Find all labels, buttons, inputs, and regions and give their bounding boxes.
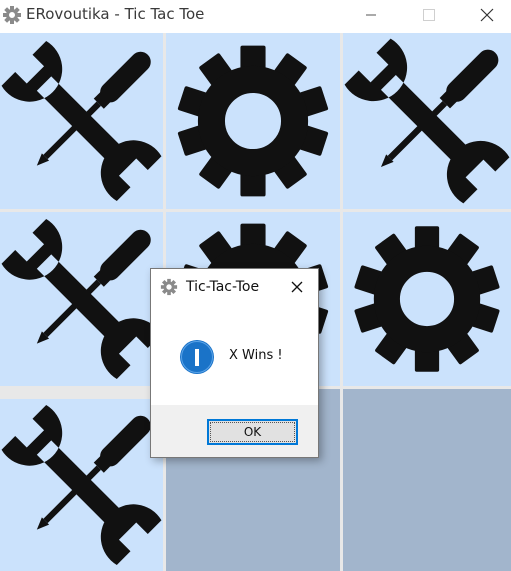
wrench-screwdriver-icon bbox=[343, 33, 511, 209]
info-icon bbox=[180, 340, 214, 374]
ok-button-label: OK bbox=[210, 422, 295, 442]
maximize-icon bbox=[423, 9, 435, 21]
board-cell-1-2[interactable] bbox=[166, 33, 340, 209]
board-cell-1-3[interactable] bbox=[343, 33, 511, 209]
wrench-screwdriver-icon bbox=[0, 399, 163, 571]
ok-button[interactable]: OK bbox=[207, 419, 298, 445]
board-cell-2-1[interactable] bbox=[0, 212, 163, 386]
board-cell-1-1[interactable] bbox=[0, 33, 163, 209]
window-title: ERovoutika - Tic Tac Toe bbox=[26, 5, 205, 23]
title-bar[interactable]: ERovoutika - Tic Tac Toe bbox=[0, 0, 511, 30]
board-cell-2-3[interactable] bbox=[343, 212, 511, 386]
dialog-footer: OK bbox=[151, 405, 318, 457]
wrench-screwdriver-icon bbox=[0, 212, 163, 386]
board-cell-3-1[interactable] bbox=[0, 399, 163, 571]
gear-icon bbox=[160, 278, 178, 296]
gear-icon bbox=[166, 33, 340, 209]
close-icon[interactable] bbox=[289, 279, 305, 295]
dialog-message: X Wins ! bbox=[229, 348, 283, 363]
maximize-button[interactable] bbox=[407, 0, 453, 30]
board-cell-3-3[interactable] bbox=[343, 389, 511, 571]
minimize-icon bbox=[366, 14, 376, 16]
minimize-button[interactable] bbox=[349, 0, 395, 30]
close-icon bbox=[480, 8, 494, 22]
result-dialog: Tic-Tac-Toe X Wins ! OK bbox=[150, 268, 319, 458]
close-button[interactable] bbox=[465, 0, 511, 30]
gear-icon bbox=[2, 5, 22, 25]
gear-icon bbox=[343, 212, 511, 386]
wrench-screwdriver-icon bbox=[0, 33, 163, 209]
dialog-title: Tic-Tac-Toe bbox=[186, 279, 260, 295]
